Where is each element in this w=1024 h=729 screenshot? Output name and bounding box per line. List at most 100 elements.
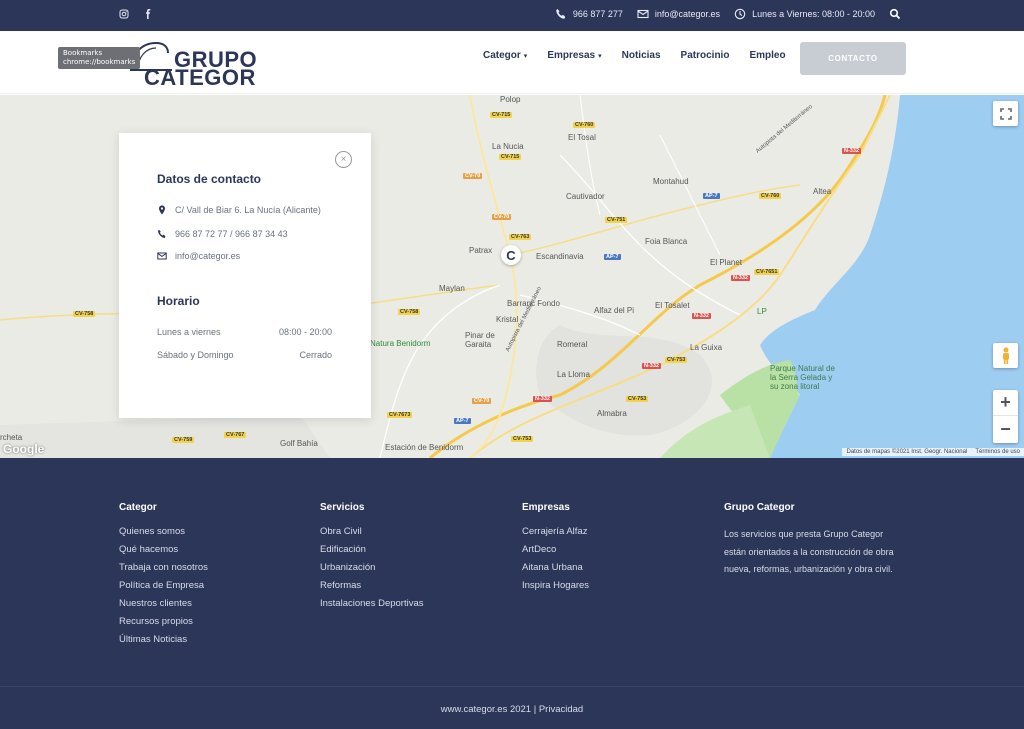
topbar-email[interactable]: info@categor.es [637,8,720,20]
place-label: Cautivador [566,192,605,201]
topbar-hours-text: Lunes a Viernes: 08:00 - 20:00 [752,9,875,19]
hours-time: 08:00 - 20:00 [278,327,332,337]
street-view-button[interactable] [993,343,1018,368]
place-label: rcheta [0,433,23,442]
fullscreen-button[interactable] [993,101,1018,126]
envelope-icon [157,252,167,260]
road-tag: CV-760 [573,122,596,128]
nav-patrocinio[interactable]: Patrocinio [681,50,730,61]
nav-empresas[interactable]: Empresas ▾ [547,50,601,61]
footer-link[interactable]: Reformas [320,580,424,591]
footer-link[interactable]: Inspira Hogares [522,580,589,591]
road-tag: CV-767 [224,432,247,438]
place-label: LP [757,307,767,316]
nav-categor[interactable]: Categor ▾ [483,50,527,61]
topbar-phone[interactable]: 966 877 277 [555,8,623,20]
chevron-down-icon: ▾ [523,52,528,60]
site-footer: Categor Quienes somos Qué hacemos Trabaj… [0,458,1024,729]
footer-divider [0,686,1024,687]
footer-link[interactable]: Urbanización [320,562,424,573]
road-tag: AP-7 [703,193,720,199]
contact-button[interactable]: CONTACTO [800,42,906,75]
footer-link[interactable]: Últimas Noticias [119,634,208,645]
footer-link[interactable]: Qué hacemos [119,544,208,555]
place-label: Golf Bahía [280,439,318,448]
contact-email[interactable]: info@categor.es [157,251,240,261]
search-button[interactable] [889,8,901,20]
pegman-icon [1002,347,1009,364]
place-label: Foia Blanca [645,237,688,246]
footer-link[interactable]: Política de Empresa [119,580,208,591]
road-tag: CV-715 [499,154,522,160]
footer-link[interactable]: ArtDeco [522,544,589,555]
envelope-icon [637,9,649,19]
google-logo: Google [3,442,45,456]
map-terms-link[interactable]: Términos de uso [975,449,1020,455]
footer-link[interactable]: Edificación [320,544,424,555]
footer-link[interactable]: Nuestros clientes [119,598,208,609]
road-tag: N-332 [731,275,750,281]
contact-info: 966 877 277 info@categor.es Lunes a Vier… [555,8,901,20]
categor-map-pin[interactable]: C [501,245,521,265]
close-button[interactable]: × [335,151,352,168]
footer-link[interactable]: Aitana Urbana [522,562,589,573]
footer-col-empresas: Empresas Cerrajería Alfaz ArtDeco Aitana… [522,502,589,598]
map-attribution: Datos de mapas ©2021 Inst. Geogr. Nacion… [842,448,1024,456]
footer-link[interactable]: Instalaciones Deportivas [320,598,424,609]
site-logo[interactable]: Bookmarks chrome://bookmarks GRUPO CATEG… [56,37,257,90]
footer-link[interactable]: Trabaja con nosotros [119,562,208,573]
footer-col-servicios: Servicios Obra Civil Edificación Urbaniz… [320,502,424,616]
footer-col-grupo: Grupo Categor Los servicios que presta G… [724,502,904,579]
contact-phones-text: 966 87 72 77 / 966 87 34 43 [175,229,288,239]
road-tag: AP-7 [604,254,621,260]
road-tag: CV-7673 [387,412,413,418]
nav-noticias[interactable]: Noticias [622,50,661,61]
road-tag: CV-759 [172,437,195,443]
fullscreen-icon [999,107,1012,120]
road-tag: CV-7651 [754,269,780,275]
nav-categor-label: Categor [483,50,521,61]
zoom-in-button[interactable]: + [993,390,1018,416]
place-label: Romeral [557,340,588,349]
topbar-phone-text: 966 877 277 [572,9,623,19]
place-label: Montahud [653,177,689,186]
site-header: Bookmarks chrome://bookmarks GRUPO CATEG… [0,31,1024,94]
bookmarks-tooltip: Bookmarks chrome://bookmarks [58,47,141,69]
place-label: Polop [500,95,521,104]
place-label: El Planet [710,258,743,267]
contact-phones[interactable]: 966 87 72 77 / 966 87 34 43 [157,229,288,239]
zoom-out-button[interactable]: − [993,416,1018,442]
contact-address: C/ Vall de Biar 6. La Nucía (Alicante) [157,205,321,215]
place-label: Almabra [597,409,627,418]
road-tag: N-332 [692,313,711,319]
footer-copyright[interactable]: www.categor.es 2021 | Privacidad [0,704,1024,715]
nav-empresas-label: Empresas [547,50,596,61]
topbar-hours: Lunes a Viernes: 08:00 - 20:00 [734,8,875,20]
footer-link[interactable]: Cerrajería Alfaz [522,526,589,537]
tooltip-line2: chrome://bookmarks [63,58,136,66]
social-links [117,9,155,23]
road-tag: N-332 [533,396,552,402]
footer-link[interactable]: Recursos propios [119,616,208,627]
nav-patrocinio-label: Patrocinio [680,50,730,61]
place-label: La Guixa [690,343,723,352]
road-tag: N-332 [642,363,661,369]
road-tag: CV-715 [490,112,513,118]
road-tag: CV-753 [511,436,534,442]
hours-day: Lunes a viernes [157,327,221,337]
facebook-icon[interactable] [141,9,155,23]
instagram-icon[interactable] [117,9,131,23]
footer-link[interactable]: Quienes somos [119,526,208,537]
place-label: Natura Benidorm [370,339,431,348]
place-label: Estación de Benidorm [385,443,464,452]
footer-col-title: Empresas [522,502,570,513]
place-label: Parque Natural de la Serra Gelada y su z… [770,364,835,391]
footer-link[interactable]: Obra Civil [320,526,424,537]
hours-day: Sábado y Domingo [157,350,234,360]
nav-noticias-label: Noticias [621,50,661,61]
nav-empleo[interactable]: Empleo [749,50,785,61]
place-label: El Tosalet [655,301,690,310]
place-label: Maylan [439,284,465,293]
top-bar: 966 877 277 info@categor.es Lunes a Vier… [0,0,1024,31]
close-icon: × [340,153,347,165]
